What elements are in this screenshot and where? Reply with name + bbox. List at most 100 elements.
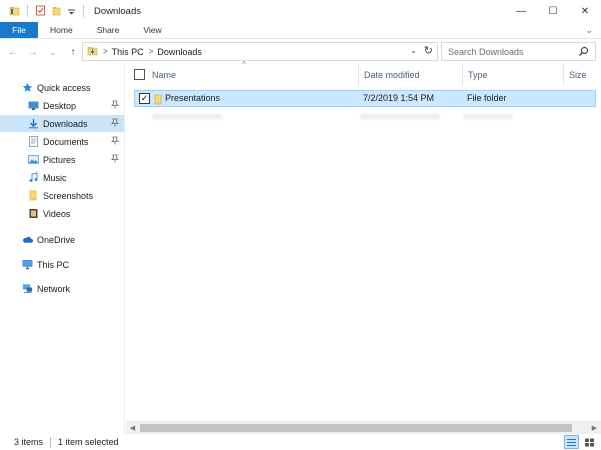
breadcrumb-downloads[interactable]: Downloads [157,47,202,57]
sidebar-item-label: This PC [37,259,70,270]
maximize-button[interactable]: ☐ [537,0,569,22]
tab-view[interactable]: View [131,22,173,38]
file-name[interactable]: Presentations [165,93,220,103]
cloud-icon [22,234,33,245]
desktop-folder-icon [28,100,39,111]
sidebar-item-label: Documents [43,136,89,147]
blurred-text [360,114,440,119]
pin-icon[interactable] [111,136,119,147]
sidebar-item-label: Quick access [37,82,91,93]
window-controls: — ☐ ✕ [505,0,601,22]
sidebar-item-screenshots[interactable]: Screenshots [0,187,124,204]
horizontal-scrollbar[interactable]: ◀ ▶ [126,421,601,434]
refresh-button[interactable]: ↻ [424,44,433,57]
sidebar-item-music[interactable]: Music [0,169,124,186]
recent-locations-button[interactable]: ⌄ [46,42,60,62]
view-switcher [564,435,597,449]
sidebar-item-onedrive[interactable]: OneDrive [0,231,124,248]
item-count: 3 items [14,437,44,447]
pin-icon[interactable] [111,118,119,129]
tab-home[interactable]: Home [38,22,85,38]
details-view-icon[interactable] [564,435,579,449]
customize-toolbar-icon[interactable] [67,5,76,18]
sidebar-item-label: Downloads [43,118,88,129]
address-dropdown-chevron-icon[interactable]: ⌄ [410,46,417,55]
column-headers: ^ Name Date modified Type Size [126,60,601,86]
status-divider [50,436,52,448]
status-bar: 3 items 1 item selected [0,434,601,450]
search-placeholder: Search Downloads [448,46,524,57]
sidebar-item-downloads[interactable]: Downloads [0,115,124,132]
computer-icon [22,259,33,270]
forward-button[interactable]: → [26,42,40,62]
ribbon-tabs: File Home Share View ⌄ [0,22,601,39]
sidebar-item-desktop[interactable]: Desktop [0,97,124,114]
sidebar-item-this-pc[interactable]: This PC [0,256,124,273]
blurred-text [152,114,222,119]
close-button[interactable]: ✕ [569,0,601,22]
selection-count: 1 item selected [58,437,119,447]
column-header-type[interactable]: Type [463,64,564,86]
blurred-row [148,110,598,124]
quick-access-toolbar [0,0,86,22]
tab-share[interactable]: Share [85,22,132,38]
breadcrumb-separator[interactable]: > [103,47,108,56]
sidebar-item-label: Music [43,172,67,183]
row-checkbox[interactable]: ✓ [139,93,150,104]
properties-icon[interactable] [35,5,46,18]
sidebar-item-label: OneDrive [37,234,76,245]
blurred-text [463,114,513,119]
downloads-folder-icon [87,45,98,58]
minimize-button[interactable]: — [505,0,537,22]
navigation-pane: Quick access Desktop Downloads Documents [0,64,125,434]
sidebar-item-label: Screenshots [43,190,94,201]
downloads-folder-icon [28,118,39,129]
large-icons-view-icon[interactable] [582,435,597,449]
videos-folder-icon [28,208,39,219]
file-list-pane: ^ Name Date modified Type Size ✓ Present… [126,60,601,421]
toolbar-divider [27,5,28,17]
sidebar-item-videos[interactable]: Videos [0,205,124,222]
scroll-left-arrow-icon[interactable]: ◀ [126,422,139,434]
tab-file[interactable]: File [0,22,38,38]
toolbar-divider [83,5,84,17]
search-box[interactable]: Search Downloads [441,42,596,61]
sidebar-item-network[interactable]: Network [0,280,124,297]
scroll-right-arrow-icon[interactable]: ▶ [588,422,601,434]
star-icon [22,82,33,93]
sidebar-item-pictures[interactable]: Pictures [0,151,124,168]
sidebar-item-label: Pictures [43,154,76,165]
address-bar[interactable]: > This PC > Downloads ⌄ ↻ [82,42,438,61]
column-header-date-modified[interactable]: Date modified [359,64,463,86]
scrollbar-thumb[interactable] [140,424,572,432]
pin-icon[interactable] [111,100,119,111]
file-date-modified: 7/2/2019 1:54 PM [363,93,435,103]
file-type: File folder [467,93,507,103]
search-icon[interactable] [578,46,589,59]
back-button[interactable]: ← [6,42,20,62]
sidebar-item-quick-access[interactable]: Quick access [0,79,124,96]
expand-ribbon-chevron-icon[interactable]: ⌄ [585,25,593,36]
pin-icon[interactable] [111,154,119,165]
sidebar-item-documents[interactable]: Documents [0,133,124,150]
sidebar-item-label: Videos [43,208,71,219]
breadcrumb-separator[interactable]: > [149,47,154,56]
breadcrumb-this-pc[interactable]: This PC [112,47,144,57]
folder-icon [154,94,163,107]
folder-icon [28,190,39,201]
sidebar-item-label: Network [37,283,71,294]
title-bar: Downloads — ☐ ✕ [0,0,601,22]
sidebar-item-label: Desktop [43,100,77,111]
music-folder-icon [28,172,39,183]
explorer-app-icon[interactable] [9,5,20,18]
window-title: Downloads [94,5,141,17]
select-all-checkbox[interactable] [134,69,145,80]
pictures-folder-icon [28,154,39,165]
network-icon [22,283,33,294]
column-header-name[interactable]: Name [147,64,359,86]
column-header-size[interactable]: Size [564,64,601,86]
up-button[interactable]: ↑ [66,42,80,62]
new-folder-icon[interactable] [51,5,62,18]
navigation-bar: ← → ⌄ ↑ > This PC > Downloads ⌄ ↻ Search… [0,40,601,64]
table-row[interactable]: ✓ Presentations 7/2/2019 1:54 PM File fo… [134,90,596,107]
